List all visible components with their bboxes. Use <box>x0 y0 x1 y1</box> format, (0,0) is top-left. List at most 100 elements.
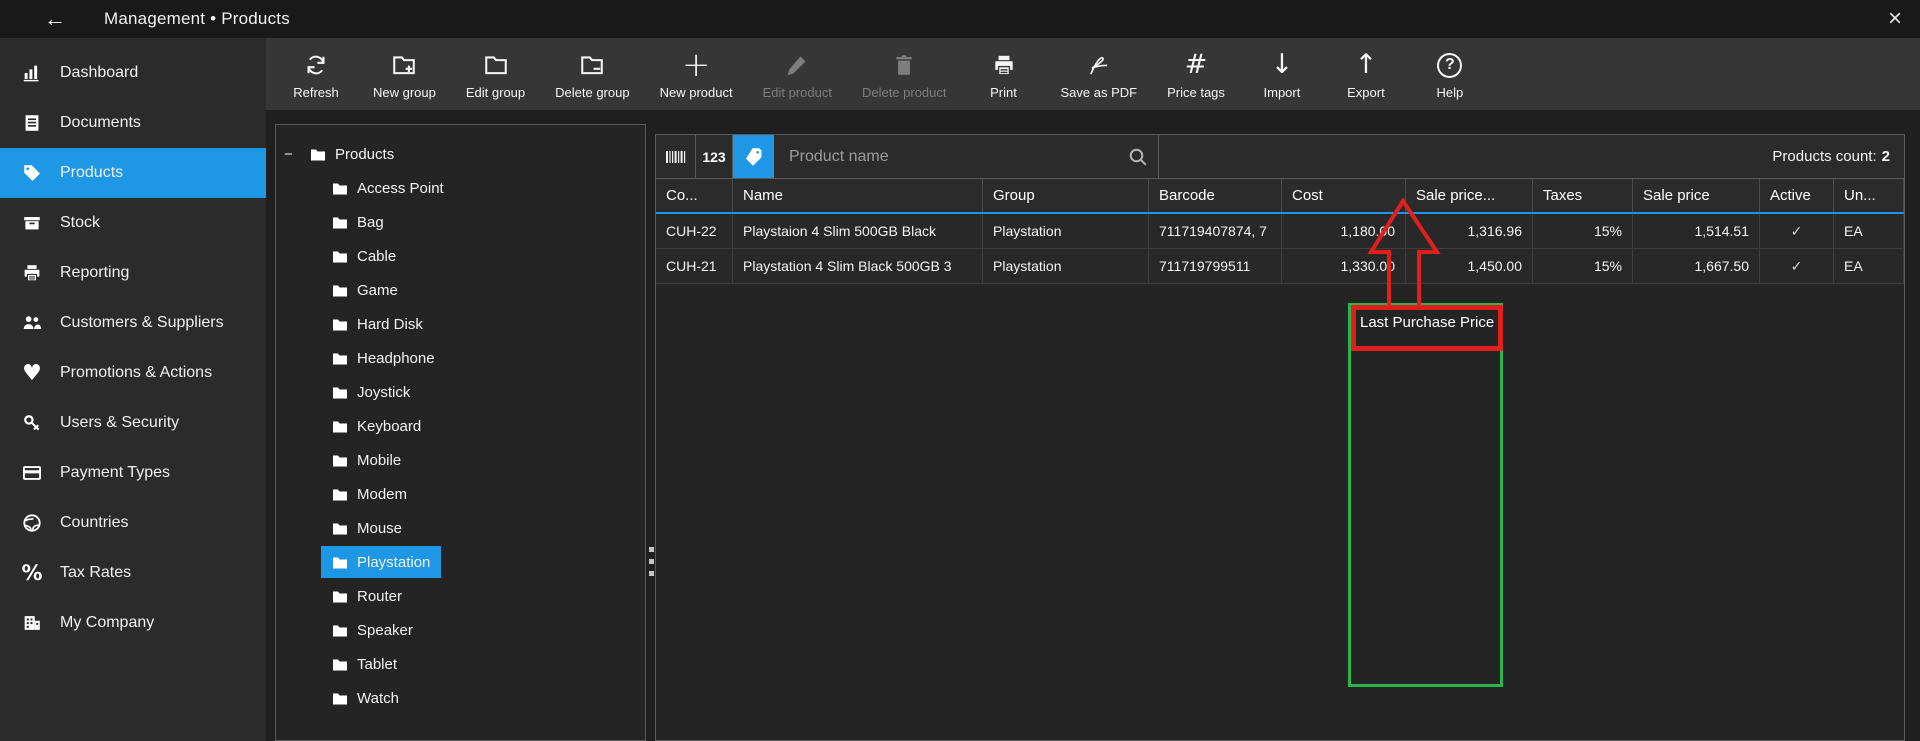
sidebar-item-my-company[interactable]: My Company <box>0 598 266 648</box>
products-count-value: 2 <box>1882 148 1890 165</box>
close-icon[interactable] <box>1888 7 1902 31</box>
folder-minus-icon <box>579 50 605 80</box>
column-header-active[interactable]: Active <box>1760 179 1834 212</box>
tree-item-access-point[interactable]: Access Point <box>276 171 645 205</box>
price-tags-button[interactable]: Price tags <box>1152 38 1240 110</box>
cell-group: Playstation <box>983 249 1149 283</box>
folder-icon <box>332 624 348 637</box>
sidebar-item-tax-rates[interactable]: % Tax Rates <box>0 548 266 598</box>
tree-item-bag[interactable]: Bag <box>276 205 645 239</box>
credit-card-icon <box>20 461 44 485</box>
back-arrow-icon[interactable] <box>44 8 74 30</box>
tree-item-playstation[interactable]: Playstation <box>276 545 645 579</box>
sidebar-item-payment-types[interactable]: Payment Types <box>0 448 266 498</box>
print-button[interactable]: Print <box>962 38 1046 110</box>
save-as-pdf-button[interactable]: Save as PDF <box>1046 38 1153 110</box>
cell-sale-price-taxes: 1,316.96 <box>1406 214 1533 248</box>
export-button[interactable]: Export <box>1324 38 1408 110</box>
tree-item-headphone[interactable]: Headphone <box>276 341 645 375</box>
sidebar-item-customers-suppliers[interactable]: Customers & Suppliers <box>0 298 266 348</box>
folder-icon <box>332 284 348 297</box>
table-row[interactable]: CUH-22 Playstaion 4 Slim 500GB Black Pla… <box>656 214 1904 249</box>
arrow-down-icon <box>1271 50 1294 80</box>
column-header-taxes[interactable]: Taxes <box>1533 179 1633 212</box>
hash-icon <box>1185 50 1208 80</box>
percent-icon: % <box>20 561 44 585</box>
search-input[interactable] <box>789 148 1117 166</box>
tree-item-tablet[interactable]: Tablet <box>276 647 645 681</box>
column-header-barcode[interactable]: Barcode <box>1149 179 1282 212</box>
selected-tree-item: Playstation <box>321 546 441 578</box>
sidebar-item-countries[interactable]: Countries <box>0 498 266 548</box>
new-group-button[interactable]: New group <box>358 38 451 110</box>
column-header-cost[interactable]: Cost <box>1282 179 1406 212</box>
cell-sale-price: 1,667.50 <box>1633 249 1760 283</box>
folder-icon <box>332 216 348 229</box>
barcode-filter-button[interactable] <box>656 135 696 178</box>
edit-group-button[interactable]: Edit group <box>451 38 540 110</box>
import-button[interactable]: Import <box>1240 38 1324 110</box>
sidebar-item-products[interactable]: Products <box>0 148 266 198</box>
documents-icon <box>20 111 44 135</box>
tree-item-keyboard[interactable]: Keyboard <box>276 409 645 443</box>
sidebar: Dashboard Documents Products Stock Repor… <box>0 38 266 741</box>
cell-barcode: 711719407874, 7 <box>1149 214 1282 248</box>
column-header-unit[interactable]: Un... <box>1834 179 1904 212</box>
tree-item-mobile[interactable]: Mobile <box>276 443 645 477</box>
column-header-group[interactable]: Group <box>983 179 1149 212</box>
trash-icon <box>891 50 917 80</box>
sidebar-item-users-security[interactable]: Users & Security <box>0 398 266 448</box>
tag-icon <box>745 148 763 166</box>
numeric-filter-button[interactable]: 123 <box>696 135 733 178</box>
printer-icon <box>991 50 1017 80</box>
tree-item-router[interactable]: Router <box>276 579 645 613</box>
tree-item-watch[interactable]: Watch <box>276 681 645 715</box>
delete-product-button[interactable]: Delete product <box>847 38 962 110</box>
tree-root-products[interactable]: Products <box>276 137 645 171</box>
table-row[interactable]: CUH-21 Playstation 4 Slim Black 500GB 3 … <box>656 249 1904 284</box>
tree-item-game[interactable]: Game <box>276 273 645 307</box>
collapse-icon[interactable] <box>284 146 310 163</box>
column-header-sale-price[interactable]: Sale price <box>1633 179 1760 212</box>
globe-icon <box>20 511 44 535</box>
cell-barcode: 711719799511 <box>1149 249 1282 283</box>
title-bar: Management • Products <box>0 0 1920 38</box>
tree-item-modem[interactable]: Modem <box>276 477 645 511</box>
price-tag-icon <box>20 161 44 185</box>
folder-icon <box>332 352 348 365</box>
cell-unit: EA <box>1834 214 1904 248</box>
edit-product-button[interactable]: Edit product <box>748 38 847 110</box>
refresh-button[interactable]: Refresh <box>274 38 358 110</box>
column-header-sale-price-taxes[interactable]: Sale price... <box>1406 179 1533 212</box>
tree-item-speaker[interactable]: Speaker <box>276 613 645 647</box>
toolbar: Refresh New group Edit group Delete grou… <box>266 38 1920 110</box>
tag-filter-button[interactable] <box>733 135 774 178</box>
sidebar-item-reporting[interactable]: Reporting <box>0 248 266 298</box>
cell-taxes: 15% <box>1533 214 1633 248</box>
table-header: Co... Name Group Barcode Cost Sale price… <box>656 179 1904 214</box>
search-button[interactable] <box>1117 135 1159 178</box>
sidebar-item-documents[interactable]: Documents <box>0 98 266 148</box>
new-product-button[interactable]: New product <box>645 38 748 110</box>
help-button[interactable]: Help <box>1408 38 1492 110</box>
cell-name: Playstaion 4 Slim 500GB Black <box>733 214 983 248</box>
cell-active-check: ✓ <box>1760 249 1834 283</box>
sidebar-item-promotions[interactable]: ♥ Promotions & Actions <box>0 348 266 398</box>
tree-item-hard-disk[interactable]: Hard Disk <box>276 307 645 341</box>
pencil-icon <box>784 50 810 80</box>
tree-item-cable[interactable]: Cable <box>276 239 645 273</box>
search-bar: 123 Products count:2 <box>656 135 1904 179</box>
tree-item-joystick[interactable]: Joystick <box>276 375 645 409</box>
sidebar-item-stock[interactable]: Stock <box>0 198 266 248</box>
question-icon <box>1437 53 1462 78</box>
content-area: Products Access Point Bag Cable Game Har… <box>266 110 1920 741</box>
products-count: Products count:2 <box>1159 135 1904 178</box>
column-header-name[interactable]: Name <box>733 179 983 212</box>
cell-cost: 1,330.00 <box>1282 249 1406 283</box>
delete-group-button[interactable]: Delete group <box>540 38 644 110</box>
tree-item-mouse[interactable]: Mouse <box>276 511 645 545</box>
column-header-code[interactable]: Co... <box>656 179 733 212</box>
cell-code: CUH-21 <box>656 249 733 283</box>
building-icon <box>20 611 44 635</box>
sidebar-item-dashboard[interactable]: Dashboard <box>0 48 266 98</box>
